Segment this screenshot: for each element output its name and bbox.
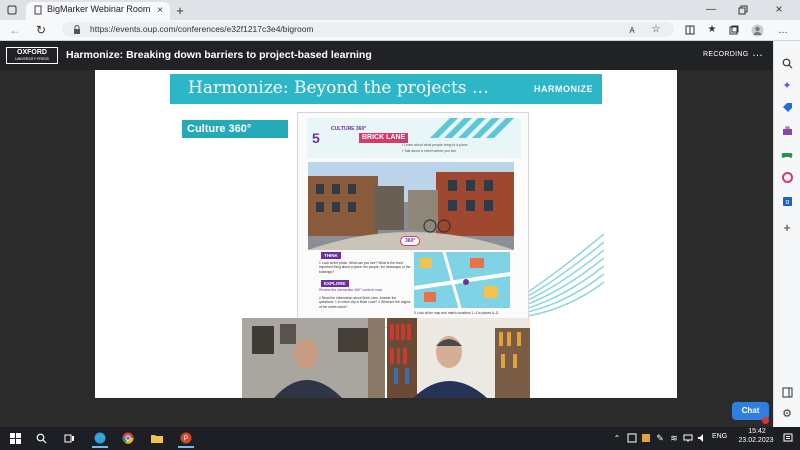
profile-avatar-icon[interactable]: [750, 23, 764, 37]
powerpoint-taskbar-icon[interactable]: P: [178, 430, 194, 448]
windows-start-icon[interactable]: [8, 431, 22, 445]
outlook-icon[interactable]: o: [780, 194, 794, 208]
logo-line-1: OXFORD: [17, 49, 47, 56]
tray-security-icon[interactable]: [640, 432, 652, 444]
learning-objective-2: • Talk about a street where you live: [402, 149, 457, 153]
more-options-button[interactable]: …: [752, 47, 763, 59]
sidebar-add-icon[interactable]: +: [780, 220, 794, 235]
collections-icon[interactable]: [728, 24, 740, 36]
unit-number: 5: [312, 130, 320, 146]
task-view-icon[interactable]: [62, 431, 76, 445]
microsoft-365-icon[interactable]: [780, 170, 794, 184]
tab-close-icon[interactable]: ×: [154, 4, 166, 16]
learning-objective-1: • Learn about what people bring to a pla…: [402, 143, 468, 147]
tray-network-icon[interactable]: [682, 432, 694, 444]
tray-wifi-icon[interactable]: ≋: [668, 432, 680, 444]
lesson-title: BRICK LANE: [359, 133, 409, 143]
tray-pen-icon[interactable]: ✎: [654, 432, 666, 444]
restore-icon[interactable]: [736, 3, 750, 17]
sidebar-layout-icon[interactable]: [780, 385, 794, 399]
think-question: 1 Look at the photo. What can you see? W…: [319, 261, 411, 274]
recording-badge: RECORDING: [703, 51, 749, 58]
read-questions: 2 Read the information about Brick Lane.…: [319, 296, 411, 309]
culture-360-tag: CULTURE 360°: [331, 126, 367, 132]
games-icon[interactable]: [780, 148, 794, 162]
shopping-tag-icon[interactable]: [780, 100, 794, 114]
brick-lane-map: [413, 251, 511, 309]
slide-title: Harmonize: Beyond the projects …: [188, 78, 489, 98]
tray-chevron-up-icon[interactable]: ⌃: [612, 432, 622, 444]
windows-taskbar: [0, 427, 800, 450]
book-header-stripes: [430, 118, 514, 138]
page-favicon-icon: [32, 4, 43, 15]
read-aloud-icon[interactable]: A: [626, 24, 638, 36]
favorite-star-icon[interactable]: ☆: [650, 23, 662, 36]
url-text[interactable]: https://events.oup.com/conferences/e32f1…: [90, 24, 314, 35]
input-language[interactable]: ENG: [712, 433, 727, 440]
settings-gear-icon[interactable]: ⚙: [780, 406, 794, 420]
svg-text:P: P: [184, 436, 189, 443]
taskbar-search-icon[interactable]: [34, 431, 48, 445]
decorative-waves: [528, 233, 604, 317]
split-screen-icon[interactable]: [684, 24, 696, 36]
chat-notification-dot: [762, 417, 769, 424]
match-instruction: 3 Look at the map and match locations 1–…: [414, 311, 500, 315]
copilot-sparkle-icon[interactable]: ✦: [780, 78, 794, 92]
tab-actions-icon[interactable]: [6, 4, 18, 16]
think-label: THINK: [321, 252, 341, 259]
window-close-icon[interactable]: ×: [772, 2, 786, 16]
notification-icon[interactable]: [782, 432, 794, 444]
presenter-video-2[interactable]: [387, 318, 530, 398]
tray-app-icon[interactable]: [626, 432, 638, 444]
lock-icon[interactable]: [72, 24, 82, 35]
logo-line-2: UNIVERSITY PRESS: [15, 57, 49, 61]
explore-label: EXPLORE: [321, 280, 349, 287]
edge-taskbar-icon[interactable]: [92, 430, 108, 448]
svg-text:o: o: [785, 199, 789, 206]
presenter-video-1[interactable]: [242, 318, 385, 398]
back-icon[interactable]: ←: [8, 23, 22, 37]
refresh-icon[interactable]: ↻: [34, 23, 48, 37]
file-explorer-icon[interactable]: [150, 431, 164, 445]
minimize-icon[interactable]: —: [704, 2, 718, 16]
culture-label: Culture 360°: [187, 123, 252, 135]
oxford-logo: OXFORD UNIVERSITY PRESS: [6, 47, 58, 64]
browser-menu-icon[interactable]: …: [776, 23, 790, 37]
favorites-icon[interactable]: ★: [706, 23, 718, 36]
tray-volume-icon[interactable]: [696, 432, 708, 444]
clock-date[interactable]: 23.02.2023: [734, 437, 778, 444]
search-icon[interactable]: [780, 56, 794, 70]
badge-360[interactable]: 360°: [400, 236, 421, 246]
chrome-taskbar-icon[interactable]: [121, 431, 135, 445]
tools-briefcase-icon[interactable]: [780, 124, 794, 138]
webinar-title: Harmonize: Breaking down barriers to pro…: [66, 49, 372, 61]
clock-time[interactable]: 15:42: [741, 428, 773, 435]
slide-brand-logo: HARMONIZE: [534, 84, 593, 94]
review-360-text: Review the interactive 360° content now!: [319, 288, 383, 292]
new-tab-icon[interactable]: +: [174, 3, 186, 18]
tab-title: BigMarker Webinar Room: [47, 4, 151, 14]
